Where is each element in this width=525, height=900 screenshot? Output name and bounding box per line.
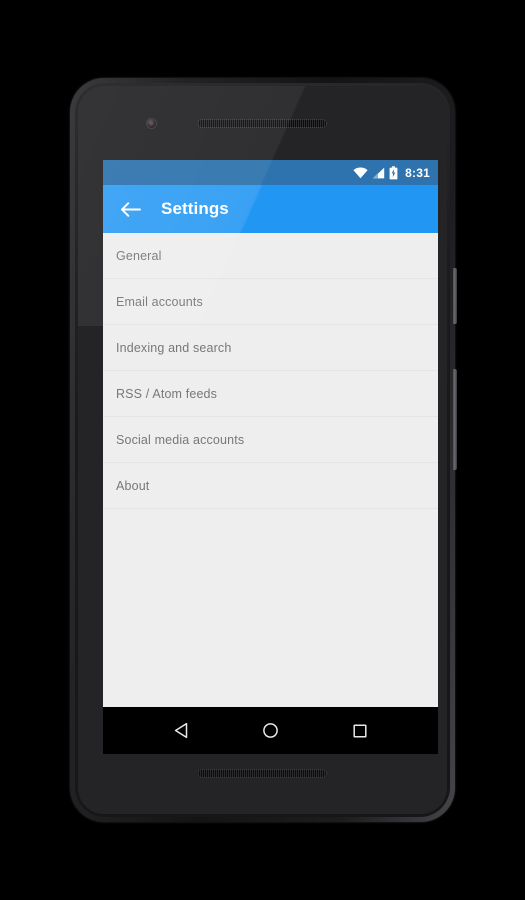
settings-list: General Email accounts Indexing and sear… xyxy=(103,233,438,707)
settings-item-email-accounts[interactable]: Email accounts xyxy=(103,279,438,325)
page-title: Settings xyxy=(161,199,229,218)
android-navigation-bar xyxy=(103,707,438,754)
settings-item-indexing-and-search[interactable]: Indexing and search xyxy=(103,325,438,371)
square-recents-icon[interactable] xyxy=(343,714,377,748)
settings-item-label: RSS / Atom feeds xyxy=(116,386,218,401)
app-bar: Settings xyxy=(103,185,438,233)
settings-item-rss-atom-feeds[interactable]: RSS / Atom feeds xyxy=(103,371,438,417)
camera-lens-dot xyxy=(150,122,153,125)
status-bar-time: 8:31 xyxy=(405,165,430,180)
wifi-icon xyxy=(353,167,368,179)
bottom-speaker xyxy=(197,769,327,778)
android-phone-device: 8:31 Settings General Email accounts Ind… xyxy=(70,78,457,822)
phone-front-face: 8:31 Settings General Email accounts Ind… xyxy=(78,86,447,814)
arrow-back-icon[interactable] xyxy=(118,197,142,221)
triangle-back-icon[interactable] xyxy=(165,714,199,748)
settings-item-about[interactable]: About xyxy=(103,463,438,509)
front-camera-icon xyxy=(147,119,156,128)
phone-screen: 8:31 Settings General Email accounts Ind… xyxy=(103,160,438,754)
settings-item-label: Indexing and search xyxy=(116,340,232,355)
circle-home-icon[interactable] xyxy=(254,714,288,748)
settings-item-label: Social media accounts xyxy=(116,432,245,447)
power-button[interactable] xyxy=(453,268,457,324)
earpiece-speaker xyxy=(197,119,327,128)
status-bar-icons: 8:31 xyxy=(353,165,430,180)
settings-item-label: General xyxy=(116,248,162,263)
cellular-signal-icon xyxy=(372,167,385,179)
settings-item-label: About xyxy=(116,478,150,493)
status-bar: 8:31 xyxy=(103,160,438,185)
settings-item-social-media-accounts[interactable]: Social media accounts xyxy=(103,417,438,463)
settings-item-label: Email accounts xyxy=(116,294,203,309)
app-bar-gloss-overlay xyxy=(103,185,438,233)
battery-charging-icon xyxy=(389,165,398,180)
volume-rocker-button[interactable] xyxy=(453,369,457,470)
settings-item-general[interactable]: General xyxy=(103,233,438,279)
